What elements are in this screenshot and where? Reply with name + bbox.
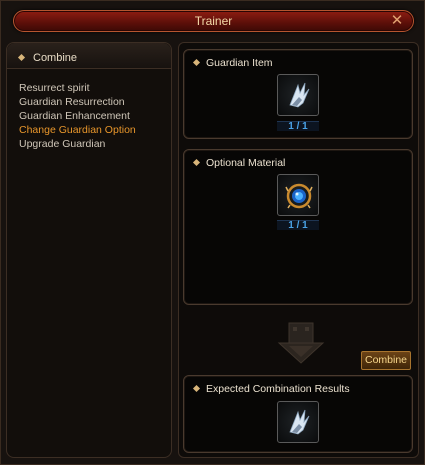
close-icon: ✕ xyxy=(390,12,404,29)
menu-item-resurrect-spirit[interactable]: Resurrect spirit xyxy=(19,81,136,95)
trainer-window: Trainer ✕ Combine Resurrect spirit Guard… xyxy=(0,0,425,465)
guardian-item-slot[interactable] xyxy=(277,74,319,116)
guardian-wing-icon xyxy=(289,82,310,108)
blue-orb-icon xyxy=(285,183,313,209)
bullet-icon xyxy=(17,53,26,62)
title-bar[interactable]: Trainer ✕ xyxy=(13,10,414,32)
close-button[interactable]: ✕ xyxy=(389,13,405,29)
combine-button[interactable]: Combine xyxy=(361,351,411,370)
bullet-icon xyxy=(192,384,201,393)
menu-item-upgrade-guardian[interactable]: Upgrade Guardian xyxy=(19,137,136,151)
optional-material-count: 1 / 1 xyxy=(288,220,308,231)
bullet-icon xyxy=(192,58,201,67)
optional-material-label: Optional Material xyxy=(206,157,286,169)
guardian-item-label: Guardian Item xyxy=(206,57,273,69)
combine-menu-list: Resurrect spirit Guardian Resurrection G… xyxy=(19,81,136,151)
menu-item-guardian-resurrection[interactable]: Guardian Resurrection xyxy=(19,95,136,109)
combine-menu-header: Combine xyxy=(7,43,171,69)
menu-item-change-guardian-option[interactable]: Change Guardian Option xyxy=(19,123,136,137)
optional-material-slot[interactable] xyxy=(277,174,319,216)
combine-menu-title: Combine xyxy=(33,52,78,64)
window-title: Trainer xyxy=(194,14,233,28)
guardian-wing-icon xyxy=(289,409,310,435)
combine-arrow-icon xyxy=(271,319,331,367)
expected-results-label: Expected Combination Results xyxy=(206,383,350,395)
bullet-icon xyxy=(192,158,201,167)
combine-menu-panel: Combine Resurrect spirit Guardian Resurr… xyxy=(6,42,172,458)
menu-item-guardian-enhancement[interactable]: Guardian Enhancement xyxy=(19,109,136,123)
expected-result-slot[interactable] xyxy=(277,401,319,443)
guardian-item-count: 1 / 1 xyxy=(288,121,308,132)
